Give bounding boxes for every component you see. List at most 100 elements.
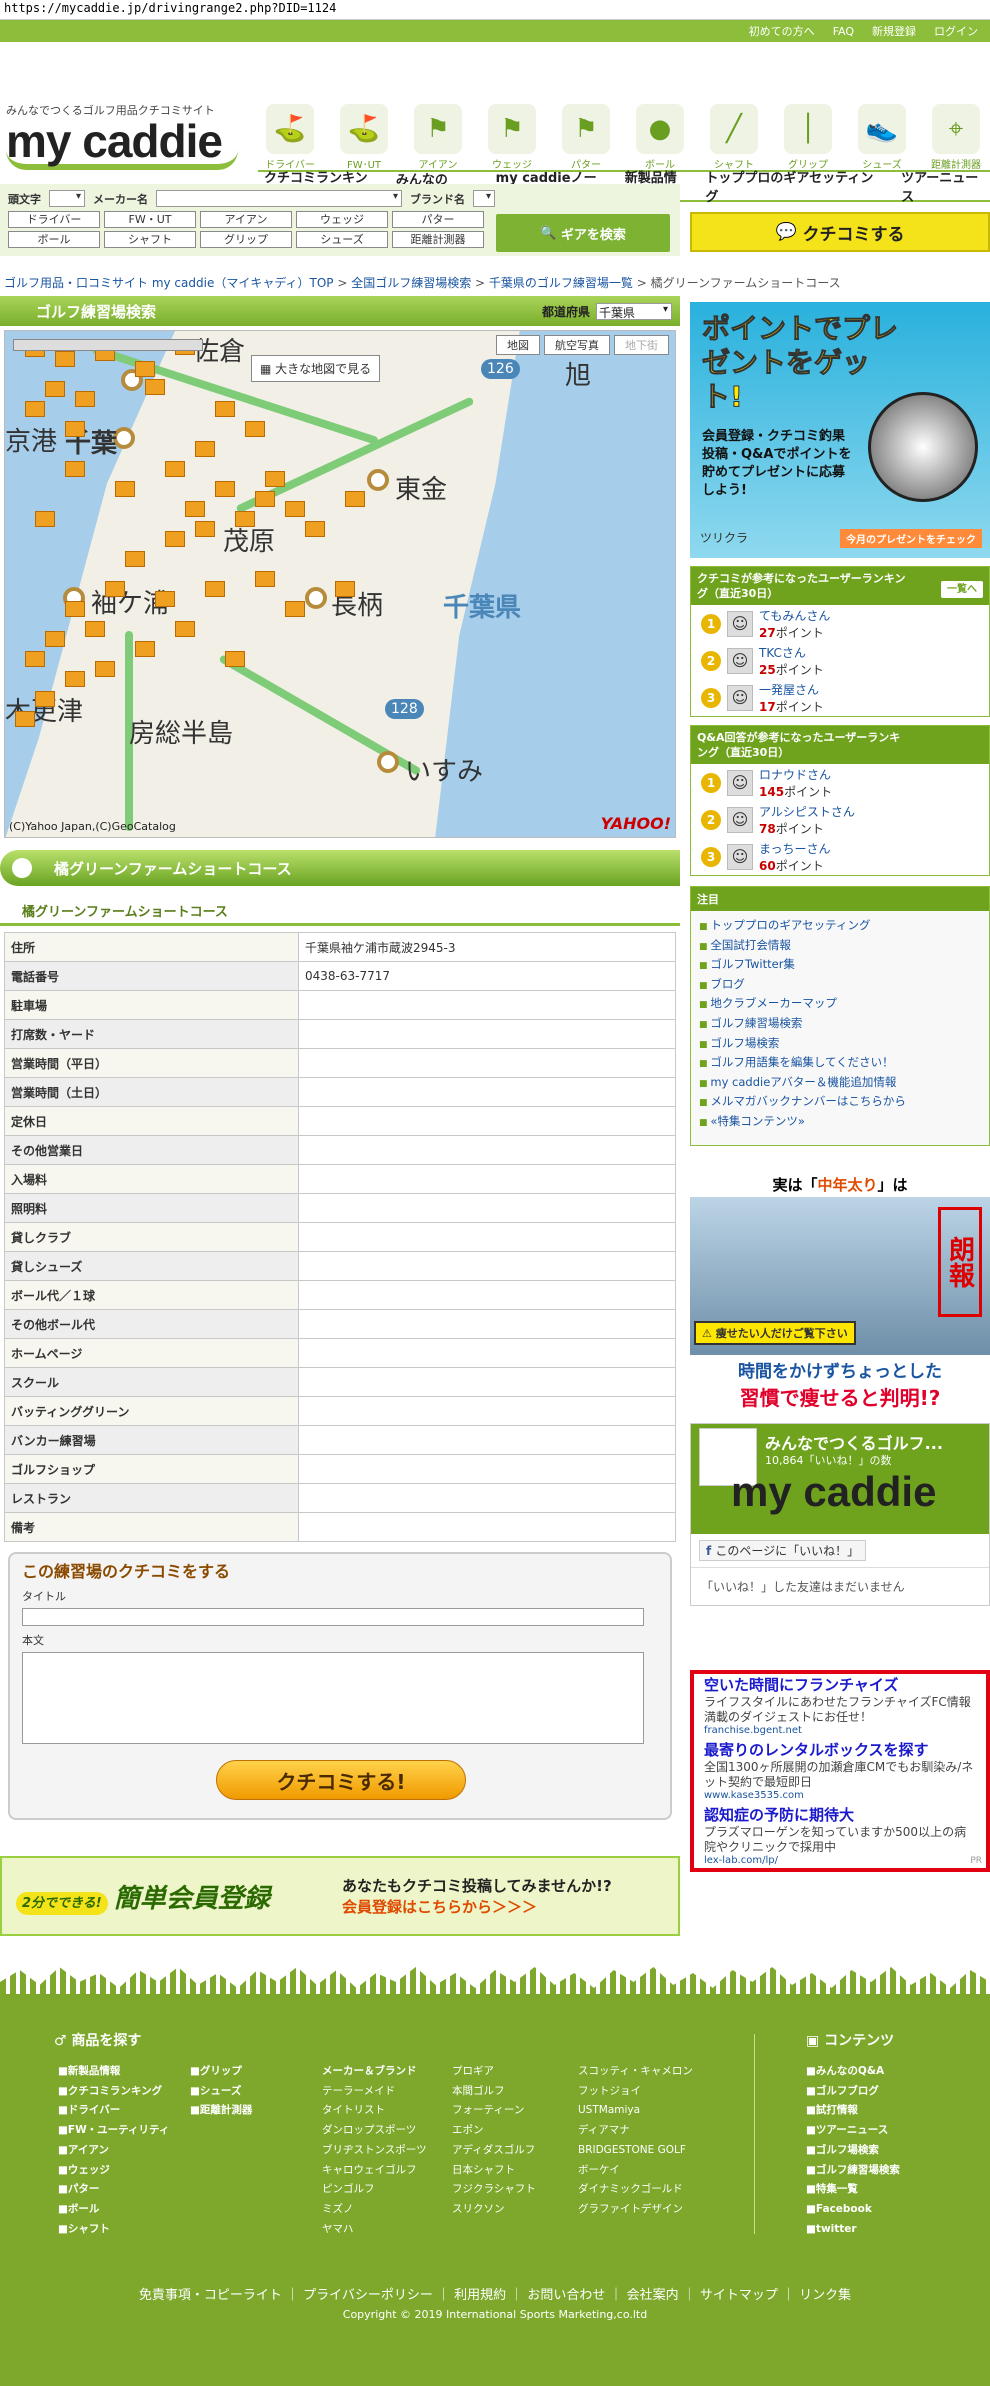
footer-link[interactable]: ■パター: [58, 2180, 169, 2200]
footer-link[interactable]: ミズノ: [322, 2200, 427, 2220]
range-pin-icon[interactable]: [45, 381, 65, 397]
range-pin-icon[interactable]: [175, 621, 195, 637]
footer-links[interactable]: 免責事項・コピーライト ｜ プライバシーポリシー ｜ 利用規約 ｜ お問い合わせ…: [0, 2284, 990, 2303]
prefecture-select[interactable]: 千葉県: [596, 302, 672, 320]
range-pin-icon[interactable]: [135, 641, 155, 657]
range-pin-icon[interactable]: [65, 461, 85, 477]
gear-type-button[interactable]: パター: [392, 211, 484, 228]
footer-link[interactable]: ■みんなのQ&A: [806, 2062, 900, 2082]
range-pin-icon[interactable]: [255, 491, 275, 507]
ranking-item[interactable]: 2 ☺ TKCさん 25ポイント: [691, 642, 989, 679]
user-name[interactable]: 一発屋さん: [759, 681, 824, 698]
map-tab-aerial[interactable]: 航空写真: [544, 335, 610, 355]
range-pin-icon[interactable]: [165, 461, 185, 477]
range-pin-icon[interactable]: [195, 521, 215, 537]
footer-link[interactable]: プロギア: [452, 2062, 536, 2082]
footer-link[interactable]: ■twitter: [806, 2220, 900, 2240]
notice-link[interactable]: 地クラブメーカーマップ: [699, 995, 981, 1015]
register-line2[interactable]: 会員登録はこちらから＞＞＞: [342, 1896, 612, 1917]
user-name[interactable]: アルシピストさん: [759, 803, 855, 820]
faq-link[interactable]: FAQ: [833, 25, 854, 38]
range-pin-icon[interactable]: [155, 591, 175, 607]
footer-link[interactable]: 本間ゴルフ: [452, 2082, 536, 2102]
range-pin-icon[interactable]: [35, 691, 55, 707]
range-pin-icon[interactable]: [35, 511, 55, 527]
gear-type-button[interactable]: シャフト: [104, 231, 196, 248]
diet-ad[interactable]: 実は「中年太り」は 朗報 ⚠ 痩せたい人だけご覧下さい 時間をかけずちょっとした…: [690, 1174, 990, 1411]
category-iron[interactable]: ⚑ アイアン: [406, 104, 470, 171]
footer-link[interactable]: ■ボール: [58, 2200, 169, 2220]
range-pin-icon[interactable]: [115, 481, 135, 497]
gear-type-button[interactable]: 距離計測器: [392, 231, 484, 248]
range-pin-icon[interactable]: [205, 581, 225, 597]
notice-link[interactable]: トッププロのギアセッティング: [699, 917, 981, 937]
range-pin-icon[interactable]: [225, 651, 245, 667]
range-pin-icon[interactable]: [215, 481, 235, 497]
footer-link[interactable]: ■試打情報: [806, 2101, 900, 2121]
ranking-item[interactable]: 1 ☺ てもみんさん 27ポイント: [691, 605, 989, 642]
footer-link[interactable]: グラファイトデザイン: [578, 2200, 693, 2220]
brand-select[interactable]: [473, 190, 495, 207]
ad-url[interactable]: lex-lab.com/lp/: [704, 1855, 976, 1867]
range-pin-icon[interactable]: [335, 581, 355, 597]
gear-type-button[interactable]: アイアン: [200, 211, 292, 228]
footer-link[interactable]: ピンゴルフ: [322, 2180, 427, 2200]
footer-link[interactable]: ■ゴルフブログ: [806, 2082, 900, 2102]
footer-link[interactable]: スコッティ・キャメロン: [578, 2062, 693, 2082]
category-shaft[interactable]: ╱ シャフト: [702, 104, 766, 171]
nav-tour-news[interactable]: ツアーニュース: [901, 167, 990, 205]
ranking-more-link[interactable]: 一覧へ: [941, 581, 983, 598]
user-name[interactable]: TKCさん: [759, 644, 824, 661]
category-rangefinder[interactable]: ⌖ 距離計測器: [924, 104, 988, 171]
site-logo[interactable]: みんなでつくるゴルフ用品クチコミサイト my caddie: [6, 102, 238, 170]
range-pin-icon[interactable]: [65, 671, 85, 687]
footer-link[interactable]: キャロウェイゴルフ: [322, 2161, 427, 2181]
footer-link[interactable]: フォーティーン: [452, 2101, 536, 2121]
range-pin-icon[interactable]: [265, 471, 285, 487]
facebook-cover[interactable]: みんなでつくるゴルフ... 10,864「いいね！」の数 my caddie: [691, 1423, 989, 1534]
gear-type-button[interactable]: ウェッジ: [296, 211, 388, 228]
footer-link[interactable]: ボーケイ: [578, 2161, 693, 2181]
gear-type-button[interactable]: ボール: [8, 231, 100, 248]
category-putter[interactable]: ⚑ パター: [554, 104, 618, 171]
category-ball[interactable]: ● ボール: [628, 104, 692, 171]
footer-link[interactable]: ダンロップスポーツ: [322, 2121, 427, 2141]
map-tab-map[interactable]: 地図: [496, 335, 540, 355]
range-pin-icon[interactable]: [345, 491, 365, 507]
footer-link[interactable]: USTMamiya: [578, 2101, 693, 2121]
range-pin-icon[interactable]: [65, 601, 85, 617]
footer-link[interactable]: ■アイアン: [58, 2141, 169, 2161]
gear-type-button[interactable]: FW・UT: [104, 211, 196, 228]
footer-maker-heading[interactable]: メーカー＆ブランド: [322, 2062, 427, 2082]
breadcrumb-ranges[interactable]: 全国ゴルフ練習場検索: [351, 276, 471, 290]
range-pin-icon[interactable]: [215, 401, 235, 417]
notice-link[interactable]: メルマガバックナンバーはこちらから: [699, 1093, 981, 1113]
login-link[interactable]: ログイン: [934, 23, 978, 39]
footer-link[interactable]: ■特集一覧: [806, 2180, 900, 2200]
promo-check-button[interactable]: 今月のプレゼントをチェック: [840, 529, 982, 548]
user-name[interactable]: てもみんさん: [759, 607, 830, 624]
range-pin-icon[interactable]: [45, 631, 65, 647]
nav-pro-gear[interactable]: トッププロのギアセッティング: [705, 167, 885, 205]
breadcrumb-chiba[interactable]: 千葉県のゴルフ練習場一覧: [489, 276, 633, 290]
ad-title[interactable]: 最寄りのレンタルボックスを探す: [704, 1741, 976, 1760]
gear-type-button[interactable]: グリップ: [200, 231, 292, 248]
range-pin-icon[interactable]: [125, 551, 145, 567]
footer-link[interactable]: ■グリップ: [190, 2062, 252, 2082]
range-pin-icon[interactable]: [235, 511, 255, 527]
notice-link[interactable]: 全国試打会情報: [699, 937, 981, 957]
ad-title[interactable]: 認知症の予防に期待大: [704, 1806, 976, 1825]
range-pin-icon[interactable]: [195, 441, 215, 457]
range-pin-icon[interactable]: [165, 531, 185, 547]
range-pin-icon[interactable]: [145, 379, 165, 395]
title-input[interactable]: [22, 1608, 644, 1626]
footer-link[interactable]: ■シャフト: [58, 2220, 169, 2240]
notice-link[interactable]: «特集コンテンツ»: [699, 1113, 981, 1133]
ranking-item[interactable]: 1 ☺ ロナウドさん 145ポイント: [691, 764, 989, 801]
notice-link[interactable]: ゴルフTwitter集: [699, 956, 981, 976]
ranking-item[interactable]: 2 ☺ アルシピストさん 78ポイント: [691, 801, 989, 838]
user-name[interactable]: まっちーさん: [759, 840, 831, 857]
footer-link[interactable]: ディアマナ: [578, 2121, 693, 2141]
range-pin-icon[interactable]: [105, 581, 125, 597]
footer-link[interactable]: ダイナミックゴールド: [578, 2180, 693, 2200]
